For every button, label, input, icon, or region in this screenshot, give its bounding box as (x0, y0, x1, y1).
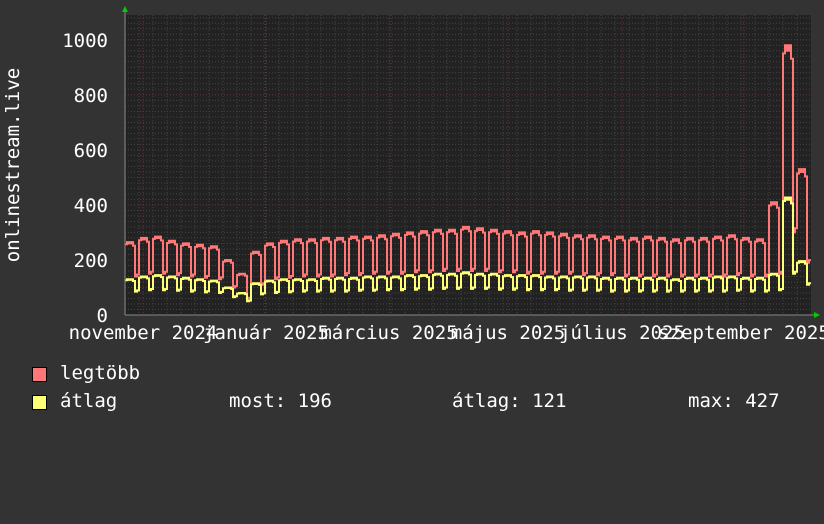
y-tick-label: 200 (74, 250, 108, 272)
y-tick-label: 400 (74, 195, 108, 217)
legend-label-max: legtöbb (60, 362, 141, 384)
x-tick-label: november 2024 (69, 322, 218, 344)
x-axis-arrow-icon (814, 312, 820, 318)
legend-swatch-max (32, 367, 47, 382)
x-tick-label: március 2025 (320, 322, 457, 344)
stat-avg: átlag: 121 (452, 390, 567, 412)
y-tick-label: 600 (74, 140, 108, 162)
y-tick-label: 1000 (62, 30, 108, 52)
stat-max: max: 427 (688, 390, 780, 412)
x-tick-label: szeptember 2025 (658, 322, 824, 344)
x-tick-label: május 2025 (451, 322, 565, 344)
y-tick-labels: 02004006008001000 (62, 30, 108, 327)
legend-item-avg: átlag most: 196 átlag: 121 max: 427 (32, 390, 780, 524)
legend-label-avg: átlag (60, 390, 118, 412)
x-tick-labels: november 2024január 2025március 2025máju… (69, 322, 824, 344)
x-tick-label: január 2025 (203, 322, 329, 344)
stat-now: most: 196 (229, 390, 332, 412)
y-axis-arrow-icon (122, 6, 128, 12)
y-tick-label: 800 (74, 85, 108, 107)
legend-swatch-avg (32, 395, 47, 410)
y-axis-label: onlinestream.live (2, 68, 24, 262)
